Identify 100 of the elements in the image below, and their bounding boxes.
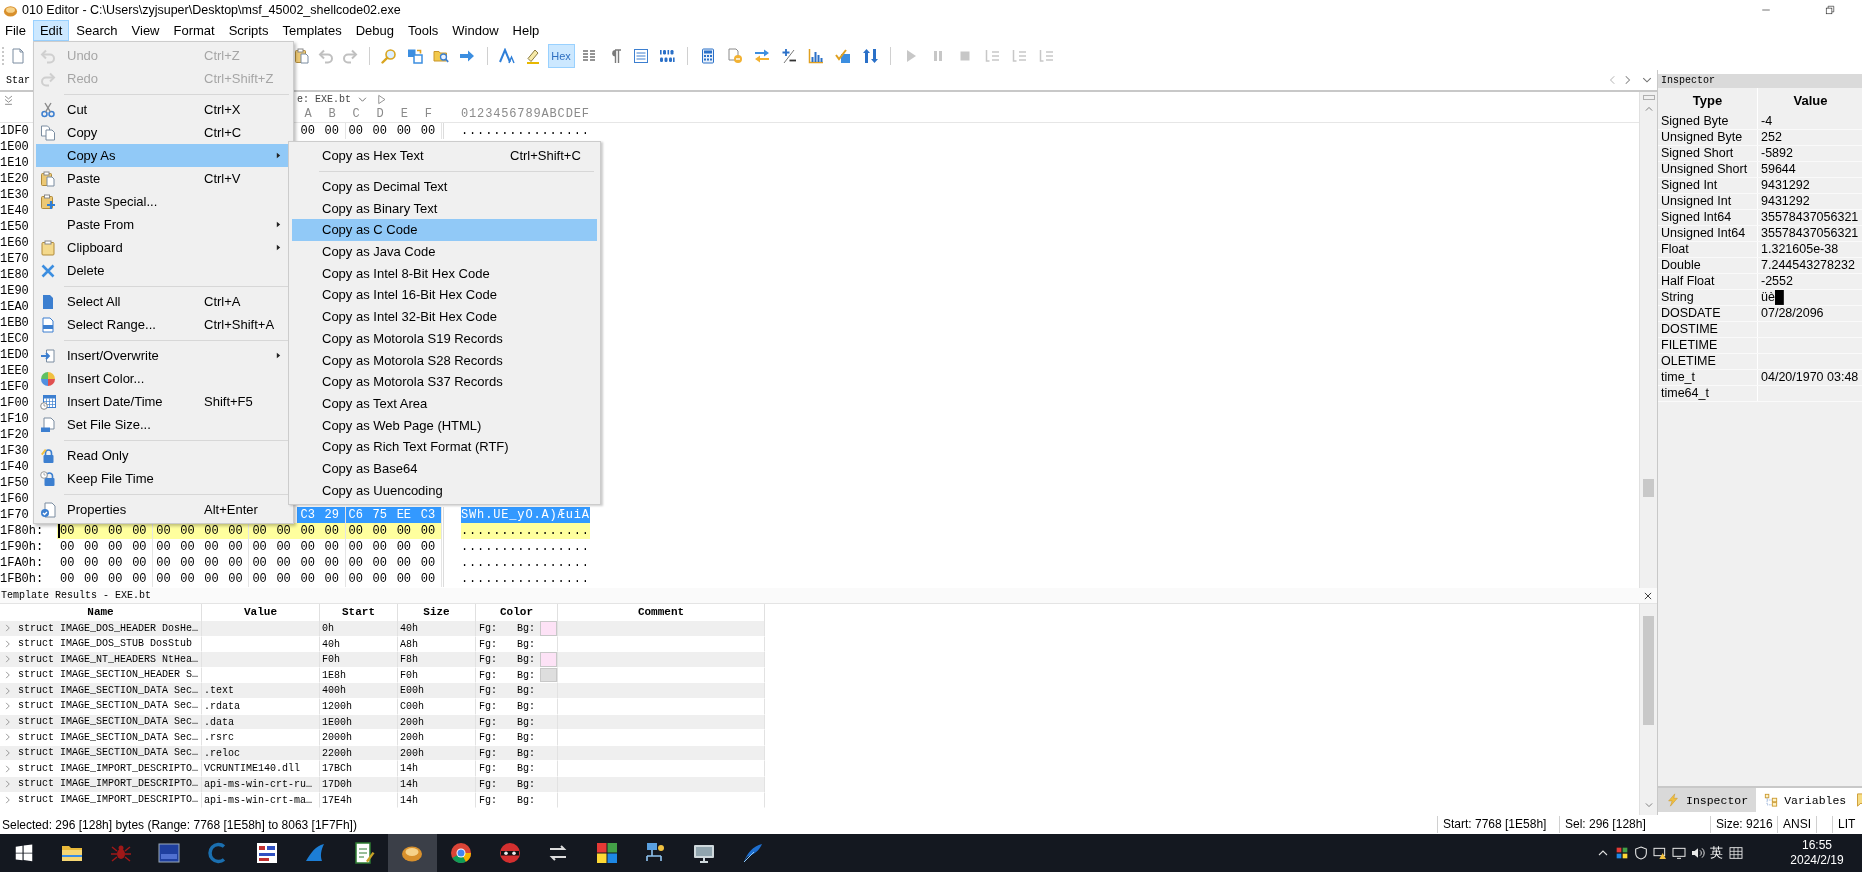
column-header[interactable]: Value <box>1758 88 1862 114</box>
chevron-down-icon[interactable] <box>357 94 369 105</box>
menu-item[interactable]: Copy Ctrl+C <box>36 121 291 144</box>
menu-item[interactable]: Copy as Hex Text Ctrl+Shift+C <box>292 145 597 167</box>
keyboard-grid-icon[interactable] <box>1727 845 1744 861</box>
color-swatch[interactable] <box>540 621 557 636</box>
plus-minus-icon[interactable] <box>780 47 797 64</box>
menu-item[interactable]: Copy As <box>36 144 291 167</box>
chevron-right-icon[interactable] <box>3 716 13 727</box>
double-chevron-down-icon[interactable] <box>3 94 14 105</box>
menu-item[interactable]: Copy as Rich Text Format (RTF) <box>292 435 597 458</box>
menu-item[interactable]: Debug <box>348 20 401 41</box>
menu-item[interactable]: Scripts <box>221 20 276 41</box>
menu-item[interactable]: Copy as C Code <box>292 219 597 241</box>
menu-item[interactable]: Insert/Overwrite <box>36 344 291 367</box>
screen-icon[interactable] <box>1670 845 1687 861</box>
menu-item[interactable]: Copy as Intel 32-Bit Hex Code <box>292 305 597 328</box>
shield-icon[interactable] <box>1632 845 1649 861</box>
menu-item[interactable]: Copy as Motorola S37 Records <box>292 370 597 393</box>
menu-item[interactable]: Clipboard <box>36 236 291 259</box>
menu-item[interactable]: Keep File Time <box>36 467 291 490</box>
menu-item[interactable]: Insert Color... <box>36 367 291 390</box>
page-icon[interactable] <box>10 47 26 64</box>
search-icon[interactable] <box>381 47 397 64</box>
scrollbar-thumb[interactable] <box>1643 479 1654 497</box>
page-badge-icon[interactable] <box>726 47 743 64</box>
play-outline-icon[interactable] <box>376 94 388 105</box>
menu-item[interactable]: Edit <box>32 20 70 41</box>
scrollbar[interactable] <box>1639 604 1657 815</box>
menu-item[interactable]: Cut Ctrl+X <box>36 98 291 121</box>
menu-item[interactable]: Copy as Web Page (HTML) <box>292 414 597 436</box>
chevron-right-icon[interactable] <box>3 685 13 696</box>
menu-item[interactable]: Copy as Uuencoding <box>292 479 597 501</box>
chevron-right-icon[interactable] <box>3 701 13 712</box>
scrollbar-thumb[interactable] <box>1643 616 1654 725</box>
menu-item[interactable]: File <box>0 20 33 41</box>
close-icon[interactable] <box>1643 590 1653 601</box>
menu-item[interactable]: Copy as Motorola S28 Records <box>292 349 597 371</box>
table-row[interactable]: struct IMAGE_NT_HEADERS NtHea… F0h F8h Fg: Bg: <box>0 652 765 668</box>
taskbar-button[interactable] <box>388 834 437 872</box>
check-square-icon[interactable] <box>834 47 851 64</box>
chevron-right-icon[interactable] <box>3 748 13 759</box>
menu-item[interactable]: Copy as Base64 <box>292 457 597 480</box>
up-down-arrows-icon[interactable] <box>861 47 878 64</box>
menu-item[interactable]: Copy as Intel 16-Bit Hex Code <box>292 284 597 306</box>
menu-item[interactable]: Select Range... Ctrl+Shift+A <box>36 313 291 336</box>
calculator-icon[interactable] <box>699 47 716 64</box>
splitter-handle[interactable] <box>1642 95 1655 100</box>
monitor-warning-icon[interactable] <box>1651 845 1668 861</box>
histogram-icon[interactable] <box>807 47 824 64</box>
menu-item[interactable]: Select All Ctrl+A <box>36 290 291 313</box>
list-icon[interactable] <box>633 47 649 64</box>
menu-item[interactable]: Copy as Java Code <box>292 240 597 263</box>
menu-item[interactable]: Copy as Text Area <box>292 392 597 415</box>
replace-icon[interactable] <box>407 47 423 64</box>
chevron-right-icon[interactable] <box>3 779 13 790</box>
menu-item[interactable]: Paste Ctrl+V <box>36 167 291 190</box>
menu-item[interactable]: Tools <box>401 20 446 41</box>
menu-item[interactable]: Paste From <box>36 213 291 236</box>
menu-item[interactable]: Insert Date/Time Shift+F5 <box>36 390 291 413</box>
clipboard-icon[interactable] <box>294 47 310 64</box>
text-columns-icon[interactable] <box>581 47 597 64</box>
menu-item[interactable]: Search <box>69 20 125 41</box>
chevron-right-icon[interactable] <box>3 794 13 805</box>
menu-item[interactable]: Help <box>505 20 547 41</box>
menu-item[interactable]: Paste Special... <box>36 190 291 213</box>
chevron-right-icon[interactable] <box>3 763 13 774</box>
color-swatch[interactable] <box>540 652 557 667</box>
highlighter-icon[interactable] <box>525 47 541 64</box>
table-row[interactable]: struct IMAGE_SECTION_DATA Sec… .text 400h E00h Fg: Bg: <box>0 683 765 699</box>
menu-item[interactable]: Window <box>445 20 506 41</box>
menu-item[interactable]: View <box>124 20 167 41</box>
triangles-icon[interactable] <box>499 47 515 64</box>
menu-item[interactable]: Copy as Motorola S19 Records <box>292 327 597 350</box>
menu-item[interactable]: Copy as Binary Text <box>292 197 597 220</box>
chevron-right-icon[interactable] <box>3 732 13 743</box>
menu-item[interactable]: Properties Alt+Enter <box>36 498 291 521</box>
chevron-right-icon[interactable] <box>3 654 13 665</box>
input-method-indicator[interactable]: 英 <box>1707 844 1726 862</box>
template-dropdown[interactable]: EXE.bt <box>315 94 352 105</box>
chevron-right-icon[interactable] <box>3 638 13 649</box>
chevron-right-icon[interactable] <box>3 670 13 681</box>
clock-date[interactable]: 2024/2/19 <box>1790 853 1844 868</box>
menu-item[interactable]: Copy as Decimal Text <box>292 175 597 198</box>
scrollbar[interactable] <box>1639 92 1657 588</box>
swap-arrows-icon[interactable] <box>753 47 770 64</box>
menu-item[interactable]: Templates <box>275 20 349 41</box>
menu-item[interactable]: Set File Size... <box>36 413 291 436</box>
menu-item[interactable]: Delete <box>36 259 291 282</box>
speaker-icon[interactable] <box>1689 845 1706 861</box>
column-header[interactable]: Type <box>1658 88 1758 114</box>
chevron-right-icon[interactable] <box>3 623 13 634</box>
chevron-down-icon[interactable] <box>1643 800 1654 810</box>
menu-item[interactable]: Format <box>166 20 222 41</box>
clock-time[interactable]: 16:55 <box>1802 838 1832 853</box>
table-row[interactable]: struct IMAGE_DOS_HEADER DosHe… 0h 40h Fg: Bg: <box>0 621 765 637</box>
menu-item[interactable]: Read Only <box>36 444 291 467</box>
menu-item[interactable]: Copy as Intel 8-Bit Hex Code <box>292 262 597 285</box>
bit-pattern-icon[interactable] <box>659 47 675 64</box>
panel-tab[interactable]: Inspector <box>1658 788 1757 812</box>
